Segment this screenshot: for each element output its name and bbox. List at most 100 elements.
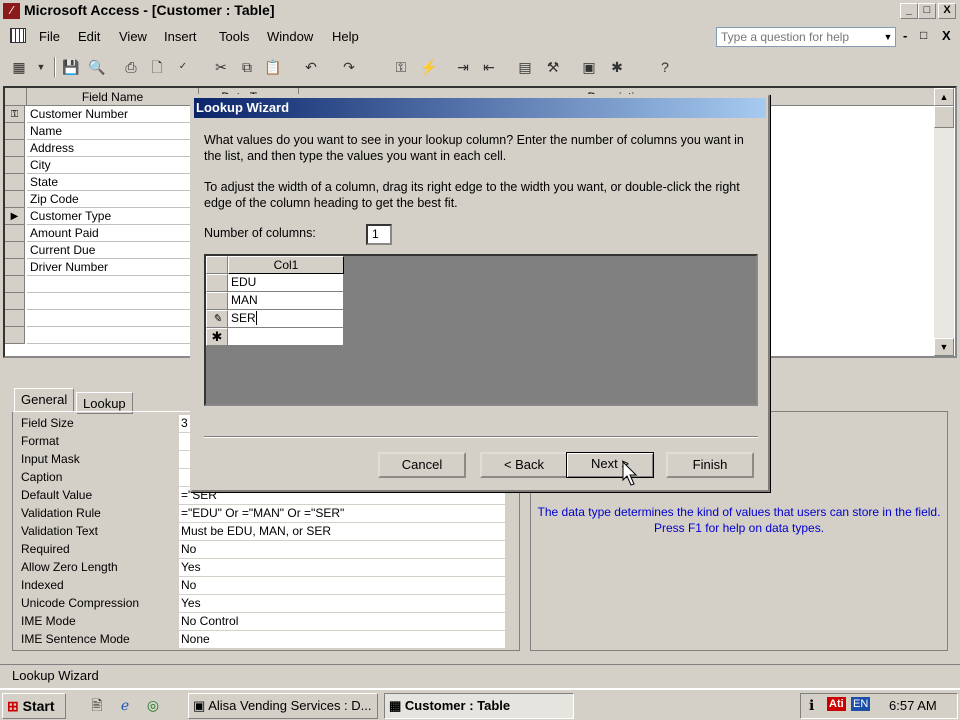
lookup-grid-corner[interactable] xyxy=(206,256,228,274)
row-selector[interactable] xyxy=(206,292,228,310)
field-name-cell[interactable] xyxy=(27,276,197,293)
scroll-down-icon[interactable]: ▼ xyxy=(934,338,954,356)
task-database[interactable]: ▣ Alisa Vending Services : D... xyxy=(188,693,378,719)
menu-help[interactable]: Help xyxy=(332,29,359,44)
media-icon[interactable]: ◎ xyxy=(142,694,164,716)
property-value[interactable]: None xyxy=(179,631,505,648)
row-selector[interactable] xyxy=(5,174,25,191)
copy-icon[interactable]: ⧉ xyxy=(236,56,258,78)
field-name-cell[interactable]: State xyxy=(27,174,197,191)
doc-minimize-button[interactable]: - xyxy=(903,28,907,43)
scroll-up-icon[interactable]: ▲ xyxy=(934,88,954,106)
properties-icon[interactable]: ▤ xyxy=(514,56,536,78)
task-customer-table[interactable]: ▦ Customer : Table xyxy=(384,693,574,719)
grid-scrollbar[interactable]: ▲ ▼ xyxy=(934,88,954,356)
menu-insert[interactable]: Insert xyxy=(164,29,197,44)
menu-window[interactable]: Window xyxy=(267,29,313,44)
tray-info-icon[interactable]: ℹ xyxy=(809,697,814,714)
field-name-cell[interactable] xyxy=(27,310,197,327)
row-selector[interactable] xyxy=(5,140,25,157)
lookup-cell-edu[interactable]: EDU xyxy=(228,274,344,292)
minimize-button[interactable]: _ xyxy=(900,3,918,19)
row-selector[interactable] xyxy=(5,259,25,276)
undo-icon[interactable]: ↶ xyxy=(300,56,322,78)
menu-edit[interactable]: Edit xyxy=(78,29,100,44)
back-button[interactable]: < Back xyxy=(480,452,568,478)
help-icon[interactable]: ? xyxy=(654,56,676,78)
delete-rows-icon[interactable]: ⇤ xyxy=(478,56,500,78)
menu-view[interactable]: View xyxy=(119,29,147,44)
spelling-icon[interactable]: ✓ xyxy=(172,56,194,78)
lookup-cell-man[interactable]: MAN xyxy=(228,292,344,310)
lookup-cell-new[interactable] xyxy=(228,328,344,346)
property-value[interactable]: ="EDU" Or ="MAN" Or ="SER" xyxy=(179,505,505,522)
row-selector[interactable] xyxy=(5,310,25,327)
restore-button[interactable]: □ xyxy=(918,3,936,19)
property-value[interactable]: No Control xyxy=(179,613,505,630)
menu-file[interactable]: File xyxy=(39,29,60,44)
primary-key-icon[interactable]: ⚿ xyxy=(390,56,412,78)
field-name-cell[interactable] xyxy=(27,327,197,344)
field-name-cell[interactable] xyxy=(27,293,197,310)
redo-icon[interactable]: ↷ xyxy=(338,56,360,78)
paste-icon[interactable]: 📋 xyxy=(262,56,284,78)
property-value[interactable]: No xyxy=(179,541,505,558)
property-value[interactable]: Yes xyxy=(179,595,505,612)
access-app-icon[interactable]: ⁄ xyxy=(3,3,20,19)
table-doc-icon[interactable] xyxy=(10,28,26,43)
row-selector[interactable] xyxy=(5,327,25,344)
save-icon[interactable]: 💾 xyxy=(60,56,82,78)
row-selector[interactable] xyxy=(5,276,25,293)
cut-icon[interactable]: ✂ xyxy=(210,56,232,78)
cancel-button[interactable]: Cancel xyxy=(378,452,466,478)
ati-icon[interactable]: Ati xyxy=(827,697,846,711)
field-name-cell[interactable]: City xyxy=(27,157,197,174)
print-icon[interactable]: ⎙ xyxy=(120,56,142,78)
current-row-icon[interactable]: ▶ xyxy=(5,208,25,225)
search-icon[interactable]: 🔍 xyxy=(86,56,108,78)
next-button[interactable]: Next > xyxy=(566,452,654,478)
ask-question-box[interactable]: Type a question for help ▼ xyxy=(716,27,896,47)
field-name-cell[interactable]: Customer Type xyxy=(27,208,197,225)
field-name-cell[interactable]: Customer Number xyxy=(27,106,197,123)
view-dropdown-icon[interactable]: ▼ xyxy=(30,56,52,78)
indexes-icon[interactable]: ⚡ xyxy=(418,56,440,78)
row-selector[interactable] xyxy=(5,157,25,174)
language-indicator[interactable]: EN xyxy=(851,697,871,711)
new-object-icon[interactable]: ✱ xyxy=(606,56,628,78)
property-value[interactable]: Must be EDU, MAN, or SER xyxy=(179,523,505,540)
scroll-thumb[interactable] xyxy=(934,106,954,128)
lookup-cell-ser[interactable]: SER​ xyxy=(228,310,344,328)
doc-close-button[interactable]: X xyxy=(942,28,951,43)
browser-icon[interactable]: ℯ xyxy=(114,694,136,716)
view-icon[interactable]: ▦ xyxy=(8,56,30,78)
number-of-columns-input[interactable]: 1 xyxy=(366,224,392,245)
row-selector[interactable] xyxy=(5,225,25,242)
row-selector[interactable] xyxy=(5,242,25,259)
insert-rows-icon[interactable]: ⇥ xyxy=(452,56,474,78)
property-value[interactable]: No xyxy=(179,577,505,594)
database-window-icon[interactable]: ▣ xyxy=(578,56,600,78)
finish-button[interactable]: Finish xyxy=(666,452,754,478)
col1-header[interactable]: Col1 xyxy=(228,256,344,274)
build-icon[interactable]: ⚒ xyxy=(542,56,564,78)
field-name-cell[interactable]: Name xyxy=(27,123,197,140)
new-record-icon[interactable]: ✱ xyxy=(206,328,228,346)
field-name-cell[interactable]: Driver Number xyxy=(27,259,197,276)
desktop-icon[interactable]: 🖹 xyxy=(86,694,108,716)
field-name-cell[interactable]: Zip Code xyxy=(27,191,197,208)
row-selector[interactable] xyxy=(5,191,25,208)
start-button[interactable]: ⊞ Start xyxy=(2,693,66,719)
row-selector[interactable] xyxy=(206,274,228,292)
field-name-cell[interactable]: Address xyxy=(27,140,197,157)
row-selector[interactable] xyxy=(5,123,25,140)
close-button[interactable]: X xyxy=(938,3,956,19)
menu-tools[interactable]: Tools xyxy=(219,29,249,44)
doc-restore-button[interactable]: □ xyxy=(920,28,927,42)
tab-general[interactable]: General xyxy=(14,388,75,412)
print-preview-icon[interactable]: 🗋 xyxy=(146,56,168,78)
primary-key-icon[interactable]: ⚿ xyxy=(5,106,25,123)
field-name-cell[interactable]: Amount Paid xyxy=(27,225,197,242)
field-name-cell[interactable]: Current Due xyxy=(27,242,197,259)
row-selector[interactable] xyxy=(5,293,25,310)
